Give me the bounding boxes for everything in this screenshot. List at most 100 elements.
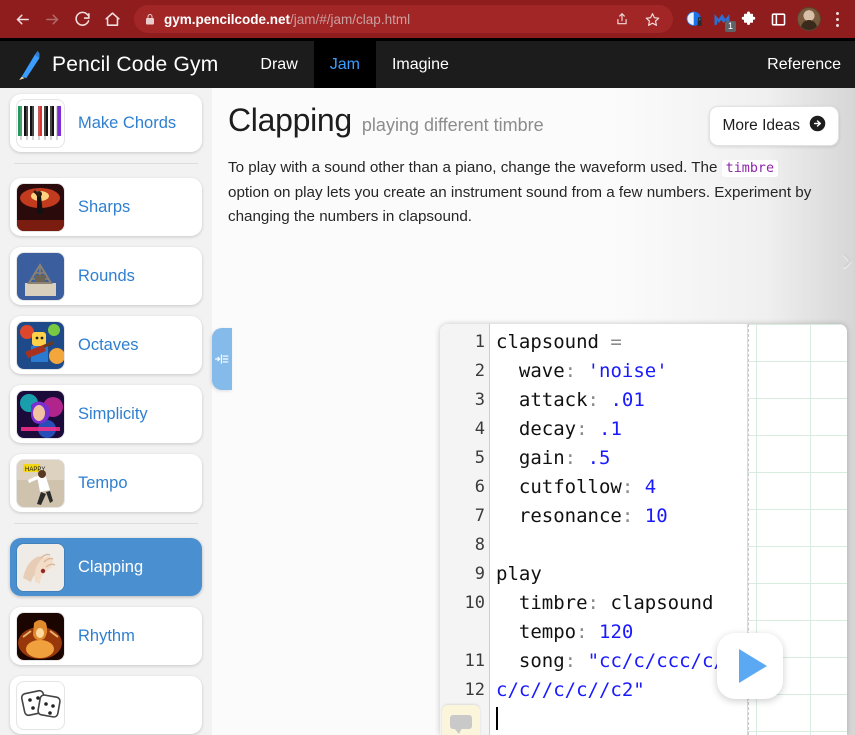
page-title: Clapping xyxy=(228,102,352,139)
sidebar-item-label: Simplicity xyxy=(78,405,148,424)
concert-singer-thumbnail xyxy=(17,184,64,231)
bell-tower-thumbnail xyxy=(17,253,64,300)
lock-icon xyxy=(144,13,156,26)
momentum-extension-icon[interactable]: 1 xyxy=(709,5,735,33)
arrow-right-circle-icon xyxy=(809,115,826,137)
more-ideas-label: More Ideas xyxy=(722,117,800,135)
token-cmd-play: play xyxy=(496,563,542,585)
sidebar-item-label: Make Chords xyxy=(78,114,176,133)
page-description: To play with a sound other than a piano,… xyxy=(212,146,837,229)
line-number: 9 xyxy=(440,560,489,589)
bookmark-star-icon[interactable] xyxy=(641,8,663,30)
token-val-timbre: clapsound xyxy=(610,592,713,614)
sidebar-item-sharps[interactable]: Sharps xyxy=(10,178,202,236)
sidebar[interactable]: Make Chords Sharps Rounds Octaves xyxy=(0,88,212,735)
token-colon: : xyxy=(588,389,599,411)
token-key-attack: attack xyxy=(519,389,588,411)
token-key-tempo: tempo xyxy=(519,621,576,643)
ide: 1 2 3 4 5 6 7 8 9 10 11 12 13 clap xyxy=(440,324,847,735)
url-domain: gym.pencilcode.net xyxy=(164,12,290,27)
line-number: 8 xyxy=(440,531,489,560)
token-key-timbre: timbre xyxy=(519,592,588,614)
address-bar[interactable]: gym.pencilcode.net/jam/#/jam/clap.html xyxy=(134,5,673,33)
token-colon: : xyxy=(622,476,633,498)
reload-icon[interactable] xyxy=(68,5,96,33)
token-key-gain: gain xyxy=(519,447,565,469)
tab-draw[interactable]: Draw xyxy=(244,41,313,88)
sidepanel-icon[interactable] xyxy=(765,5,791,33)
neon-singer-thumbnail xyxy=(17,391,64,438)
reference-link[interactable]: Reference xyxy=(751,41,855,88)
header-spacer xyxy=(465,41,751,88)
code-editor[interactable]: 1 2 3 4 5 6 7 8 9 10 11 12 13 clap xyxy=(440,324,748,735)
sidebar-item-rhythm[interactable]: Rhythm xyxy=(10,607,202,665)
privacy-extension-icon[interactable] xyxy=(681,5,707,33)
sidebar-item-rounds[interactable]: Rounds xyxy=(10,247,202,305)
browser-toolbar: gym.pencilcode.net/jam/#/jam/clap.html 1 xyxy=(0,0,855,38)
line-number: 4 xyxy=(440,415,489,444)
sidebar-item-label: Rounds xyxy=(78,267,135,286)
sidebar-item-label: Octaves xyxy=(78,336,139,355)
token-key-wave: wave xyxy=(519,360,565,382)
token-key-resonance: resonance xyxy=(519,505,622,527)
sidebar-divider-2 xyxy=(14,523,198,524)
sidebar-item-clapping[interactable]: Clapping xyxy=(10,538,202,596)
piano-keys-thumbnail xyxy=(17,100,64,147)
play-button[interactable] xyxy=(717,633,783,699)
token-colon: : xyxy=(565,447,576,469)
token-val-decay: .1 xyxy=(599,418,622,440)
code-text[interactable]: clapsound = wave: 'noise' attack: .01 de… xyxy=(490,324,747,735)
token-key-cutfollow: cutfollow xyxy=(519,476,622,498)
sidebar-item-make-chords[interactable]: Make Chords xyxy=(10,94,202,152)
sidebar-item-simplicity[interactable]: Simplicity xyxy=(10,385,202,443)
show-blocks-panel-handle[interactable] xyxy=(212,328,232,390)
url-text: gym.pencilcode.net/jam/#/jam/clap.html xyxy=(164,12,603,27)
line-number: 2 xyxy=(440,357,489,386)
token-var-name: clapsound xyxy=(496,331,599,353)
text-caret xyxy=(496,707,498,730)
happy-dancer-thumbnail: HAPPY xyxy=(17,460,64,507)
inline-code-timbre: timbre xyxy=(722,160,778,177)
token-val-wave: 'noise' xyxy=(588,360,668,382)
token-val-gain: .5 xyxy=(588,447,611,469)
sidebar-item-octaves[interactable]: Octaves xyxy=(10,316,202,374)
token-val-tempo: 120 xyxy=(599,621,633,643)
token-colon: : xyxy=(576,418,587,440)
token-colon: : xyxy=(576,621,587,643)
pencil-logo-icon[interactable] xyxy=(0,41,52,88)
token-colon: : xyxy=(588,592,599,614)
sidebar-item-label: Sharps xyxy=(78,198,130,217)
sidebar-item-label: Tempo xyxy=(78,474,128,493)
next-arrow-icon[interactable]: › xyxy=(842,242,853,276)
sidebar-item-dice[interactable] xyxy=(10,676,202,734)
line-number: 6 xyxy=(440,473,489,502)
more-ideas-button[interactable]: More Ideas xyxy=(709,106,839,146)
description-part-1: To play with a sound other than a piano,… xyxy=(228,159,722,176)
token-colon: : xyxy=(622,505,633,527)
sidebar-item-label: Clapping xyxy=(78,558,143,577)
url-path: /jam/#/jam/clap.html xyxy=(290,12,410,27)
extensions-puzzle-icon[interactable] xyxy=(737,5,763,33)
tab-jam[interactable]: Jam xyxy=(314,41,376,88)
play-icon xyxy=(739,649,767,683)
comment-toggle-icon[interactable] xyxy=(442,705,480,735)
ide-wrapper: 1 2 3 4 5 6 7 8 9 10 11 12 13 clap xyxy=(440,324,855,735)
description-part-2: option on play lets you create an instru… xyxy=(228,184,811,225)
tab-imagine[interactable]: Imagine xyxy=(376,41,465,88)
sidebar-item-label: Rhythm xyxy=(78,627,135,646)
main-panel: Clapping playing different timbre More I… xyxy=(212,88,855,735)
forward-icon[interactable] xyxy=(38,5,66,33)
sidebar-divider-1 xyxy=(14,163,198,164)
home-icon[interactable] xyxy=(98,5,126,33)
token-colon: : xyxy=(565,650,576,672)
lego-guitarist-thumbnail xyxy=(17,322,64,369)
share-icon[interactable] xyxy=(611,8,633,30)
clapping-hands-thumbnail xyxy=(17,544,64,591)
sidebar-item-tempo[interactable]: HAPPY Tempo xyxy=(10,454,202,512)
chrome-menu-icon[interactable] xyxy=(827,12,847,27)
brand-title: Pencil Code Gym xyxy=(52,41,244,88)
title-row: Clapping playing different timbre More I… xyxy=(212,88,855,146)
avatar[interactable] xyxy=(797,7,821,31)
back-icon[interactable] xyxy=(8,5,36,33)
token-val-attack: .01 xyxy=(610,389,644,411)
